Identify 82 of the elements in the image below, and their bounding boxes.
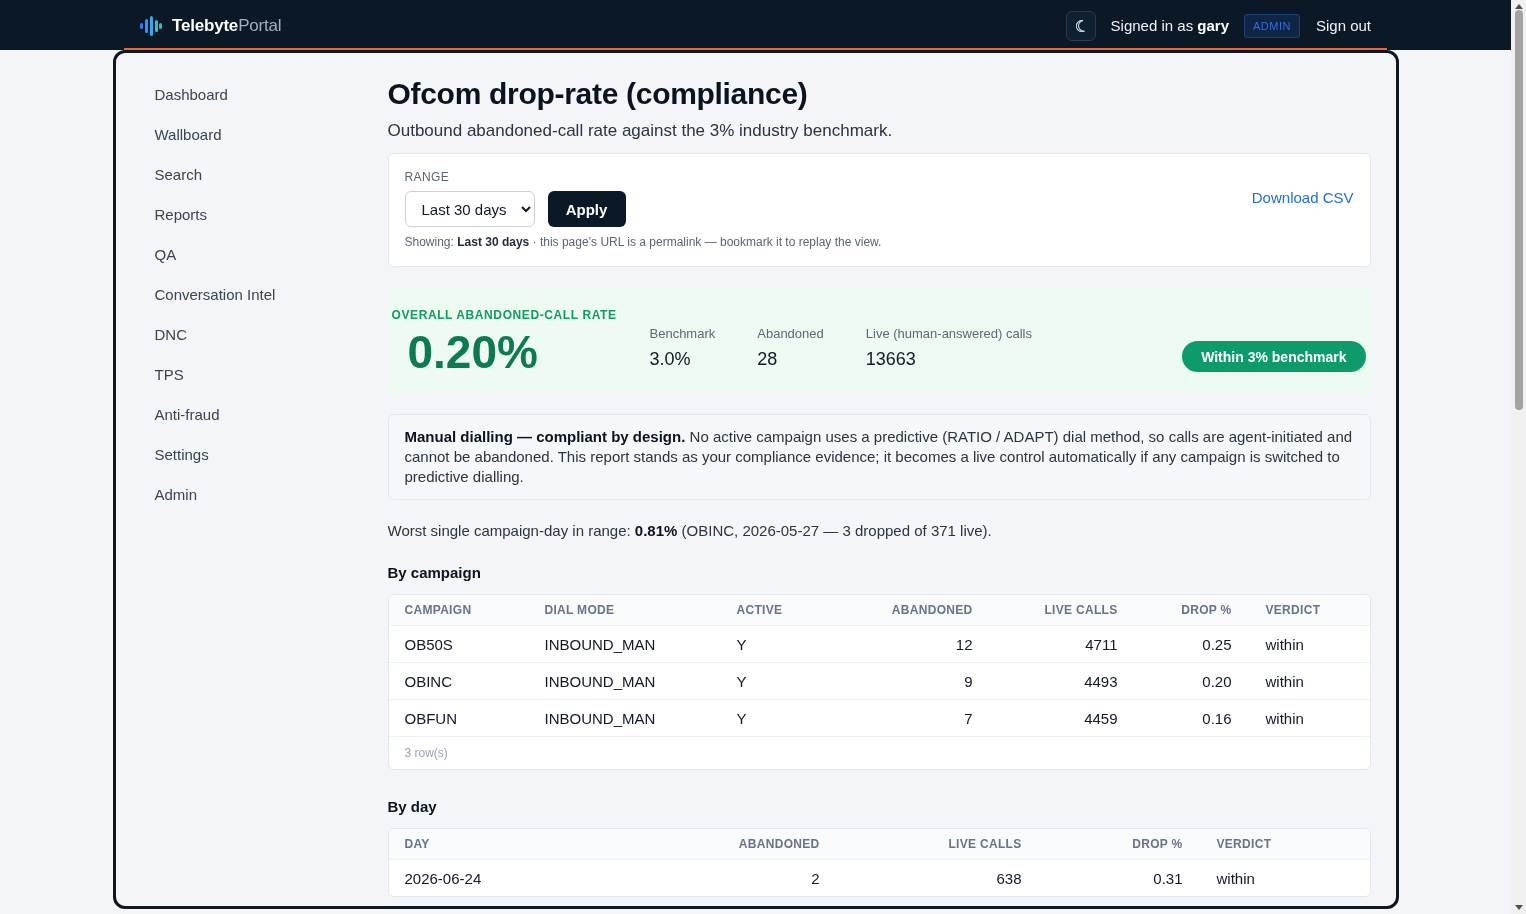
table-cell-text: INBOUND_MAN <box>543 672 657 690</box>
table-cell-text: INBOUND_MAN <box>543 709 657 727</box>
brand-name: Telebyte <box>172 15 239 36</box>
nav-link[interactable]: Anti-fraud <box>154 394 220 434</box>
column-header: LIVE CALLS <box>947 837 1023 851</box>
table-cell-text: 0.31 <box>1152 869 1184 887</box>
range-select[interactable]: Last 30 days <box>404 191 535 227</box>
table-cell-text: within <box>1264 635 1305 653</box>
column-header: VERDICT <box>1215 837 1273 851</box>
stat-label: Abandoned <box>757 325 824 343</box>
scrollbar-thumb[interactable] <box>1514 10 1523 410</box>
table-cell-text: 4493 <box>1083 672 1119 690</box>
nav-link[interactable]: Admin <box>154 474 198 514</box>
column-header: ABANDONED <box>737 837 821 851</box>
row-count: 3 row(s) <box>404 746 448 760</box>
table-cell-text: 0.16 <box>1201 709 1233 727</box>
table-cell-text: 638 <box>995 869 1023 887</box>
brand-suffix: Portal <box>238 15 282 36</box>
column-header: LIVE CALLS <box>1043 603 1119 617</box>
stat-label: Live (human-answered) calls <box>865 325 1032 343</box>
nav-link[interactable]: QA <box>154 234 177 274</box>
column-header: DROP % <box>1180 603 1233 617</box>
table-cell-text: Y <box>735 709 748 727</box>
download-csv-link[interactable]: Download CSV <box>1251 188 1354 208</box>
page-subtitle: Outbound abandoned-call rate against the 3% industry benchmark. <box>387 120 893 142</box>
sign-out-link[interactable]: Sign out <box>1315 17 1371 34</box>
table-cell-text: 7 <box>963 709 974 727</box>
table-cell-text: OB50S <box>403 635 454 653</box>
moon-icon <box>1076 19 1086 32</box>
stat-value: 3.0% <box>649 348 691 371</box>
apply-button[interactable]: Apply <box>547 191 626 227</box>
table-cell-text: OBINC <box>403 672 453 690</box>
nav-link[interactable]: TPS <box>154 354 184 394</box>
section-heading: By campaign <box>387 563 481 583</box>
down-arrow-icon[interactable] <box>1514 905 1523 910</box>
notice-text: Manual dialling — compliant by design. No active campaign uses a predictive (RATIO / ADAPT) dial method, so calls are agent-initiated and cannot be abandoned. This report stands as your compliance evidence; it becomes a live control automatically if any campaign is switched to predictive dialling. <box>404 427 1354 487</box>
signed-in-label: Signed in as gary <box>1110 17 1229 34</box>
range-note: Showing: Last 30 days · this page’s URL is a permalink — bookmark it to replay the view. <box>404 234 882 250</box>
column-header: DROP % <box>1131 837 1184 851</box>
nav-link[interactable]: Reports <box>154 194 208 234</box>
table-cell-text: 12 <box>954 635 974 653</box>
table-cell-text: 2026-06-24 <box>403 869 483 887</box>
role-badge: ADMIN <box>1244 13 1300 38</box>
worst-day-text: Worst single campaign-day in range: 0.81% (OBINC, 2026-05-27 — 3 dropped of 371 live). <box>387 521 992 541</box>
up-arrow-icon[interactable] <box>1514 4 1523 9</box>
stat-value: 13663 <box>865 348 916 371</box>
range-label: RANGE <box>404 169 450 185</box>
nav-link[interactable]: DNC <box>154 314 187 354</box>
nav-link[interactable]: Search <box>154 154 203 194</box>
section-heading: By day <box>387 797 437 817</box>
stat-value: 28 <box>757 348 778 371</box>
logo-icon <box>140 15 162 36</box>
theme-toggle-button[interactable] <box>1065 10 1096 41</box>
column-header: DIAL MODE <box>543 603 616 617</box>
summary-label: OVERALL ABANDONED-CALL RATE <box>391 307 617 323</box>
page-title: Ofcom drop-rate (compliance) <box>387 76 808 112</box>
column-header: VERDICT <box>1264 603 1322 617</box>
stat-label: Benchmark <box>649 325 716 343</box>
table-cell-text: Y <box>735 635 748 653</box>
table-cell-text: INBOUND_MAN <box>543 635 657 653</box>
verdict-badge: Within 3% benchmark <box>1182 341 1366 372</box>
nav-link[interactable]: Settings <box>154 434 209 474</box>
column-header: ABANDONED <box>890 603 974 617</box>
nav-link[interactable]: Conversation Intel <box>154 274 276 314</box>
nav-link[interactable]: Dashboard <box>154 74 228 114</box>
rate-value: 0.20% <box>407 327 538 377</box>
nav-link[interactable]: Wallboard <box>154 114 222 154</box>
table-cell-text: Y <box>735 672 748 690</box>
column-header: DAY <box>403 837 431 851</box>
table-cell-text: within <box>1264 672 1305 690</box>
table-cell-text: 2 <box>810 869 821 887</box>
table-cell-text: 4711 <box>1084 635 1119 653</box>
column-header: ACTIVE <box>735 603 784 617</box>
table-cell-text: 0.25 <box>1201 635 1233 653</box>
table-cell-text: within <box>1264 709 1305 727</box>
column-header: CAMPAIGN <box>403 603 473 617</box>
table-cell-text: 4459 <box>1083 709 1119 727</box>
scrollbar[interactable] <box>1511 0 1526 914</box>
table-cell-text: OBFUN <box>403 709 458 727</box>
table-cell-text: 9 <box>963 672 974 690</box>
table-cell-text: 0.20 <box>1201 672 1233 690</box>
table-cell-text: within <box>1215 869 1256 887</box>
